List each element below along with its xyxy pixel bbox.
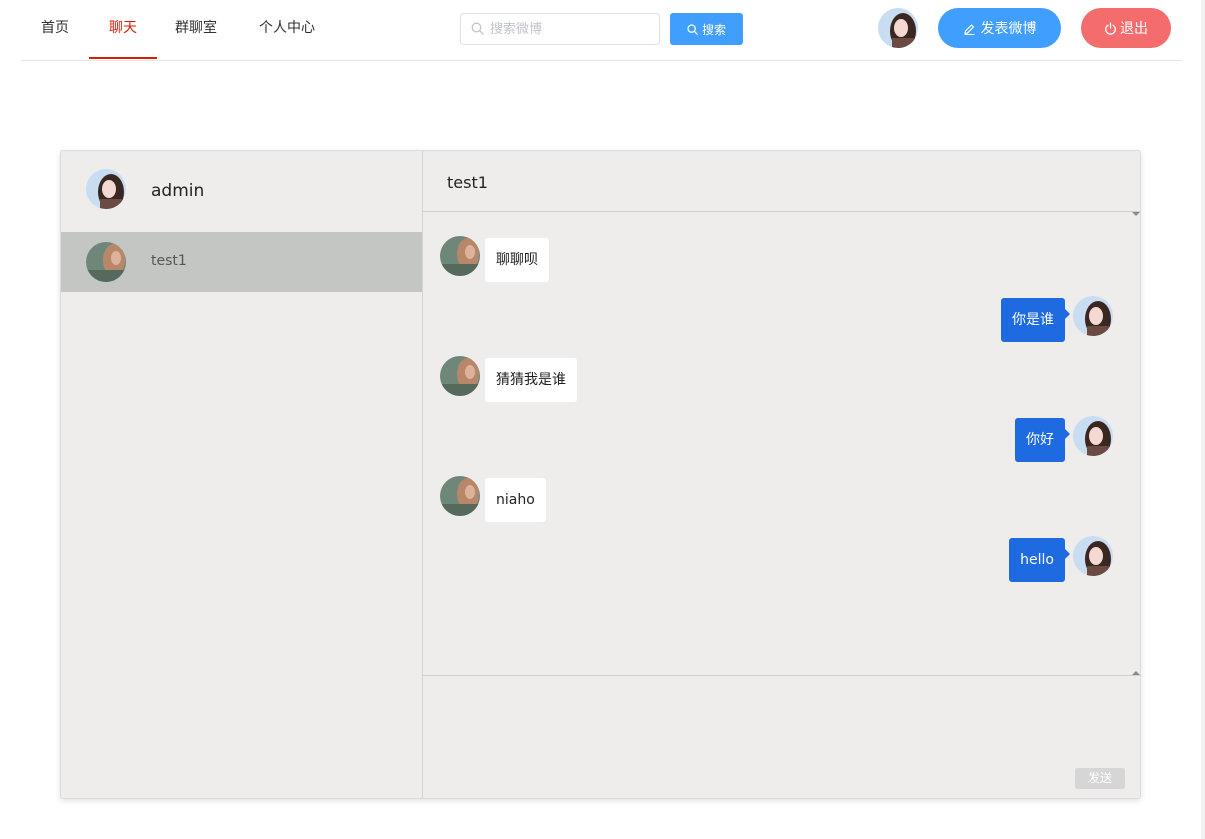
send-button[interactable]: 发送 [1075,768,1125,789]
message-bubble: hello [1009,538,1070,582]
logout-label: 退出 [1120,21,1148,37]
message-outgoing: 你是谁 [423,296,1140,346]
top-nav-bar: 首页 聊天 群聊室 个人中心 搜索 发表微博 [21,0,1182,61]
current-user-name: admin [151,181,205,201]
message-composer: 发送 [423,675,1140,798]
message-outgoing: 你好 [423,416,1140,466]
post-weibo-button[interactable]: 发表微博 [938,8,1061,48]
nav-tab-home[interactable]: 首页 [21,0,89,59]
search-box[interactable] [460,13,660,45]
sender-avatar [440,236,480,276]
contact-sidebar: admin test1 [61,151,423,798]
current-user-header: admin [61,151,422,233]
nav-tab-group-chat[interactable]: 群聊室 [167,0,225,59]
conversation-title: test1 [447,173,488,192]
page-scrollbar[interactable] [1201,0,1205,839]
search-input[interactable] [490,14,650,44]
sender-avatar [1073,296,1113,336]
contact-avatar [86,242,126,282]
sender-avatar [440,476,480,516]
sender-avatar [1073,536,1113,576]
power-icon [1104,21,1117,35]
contact-item-test1[interactable]: test1 [61,232,422,292]
message-incoming: 聊聊呗 [423,236,1140,286]
sender-avatar [1073,416,1113,456]
search-icon [687,23,698,35]
nav-tab-chat[interactable]: 聊天 [89,0,157,59]
contact-name: test1 [151,253,187,269]
message-list[interactable]: 聊聊呗 你是谁 猜猜我是谁 你好 niaho hello [423,212,1140,675]
logout-button[interactable]: 退出 [1081,8,1171,48]
conversation-area: test1 聊聊呗 你是谁 猜猜我是谁 你好 niaho hello 发送 [423,151,1140,798]
search-icon [471,22,484,35]
user-avatar[interactable] [878,8,918,48]
message-bubble: 猜猜我是谁 [485,358,577,402]
message-bubble: niaho [485,478,546,522]
pencil-icon [963,22,976,35]
current-user-avatar [86,169,126,209]
search-button[interactable]: 搜索 [670,13,743,45]
message-incoming: 猜猜我是谁 [423,356,1140,406]
message-outgoing: hello [423,536,1140,586]
message-incoming: niaho [423,476,1140,526]
message-bubble: 聊聊呗 [485,238,549,282]
chat-panel: admin test1 test1 聊聊呗 你是谁 猜猜我是谁 你好 niaho… [60,150,1141,799]
post-weibo-label: 发表微博 [980,21,1037,37]
sender-avatar [440,356,480,396]
message-bubble: 你是谁 [1001,298,1070,342]
message-input[interactable] [423,676,1140,761]
search-button-label: 搜索 [701,22,726,37]
message-bubble: 你好 [1015,418,1070,462]
conversation-header: test1 [423,151,1140,212]
nav-tab-profile[interactable]: 个人中心 [249,0,325,59]
